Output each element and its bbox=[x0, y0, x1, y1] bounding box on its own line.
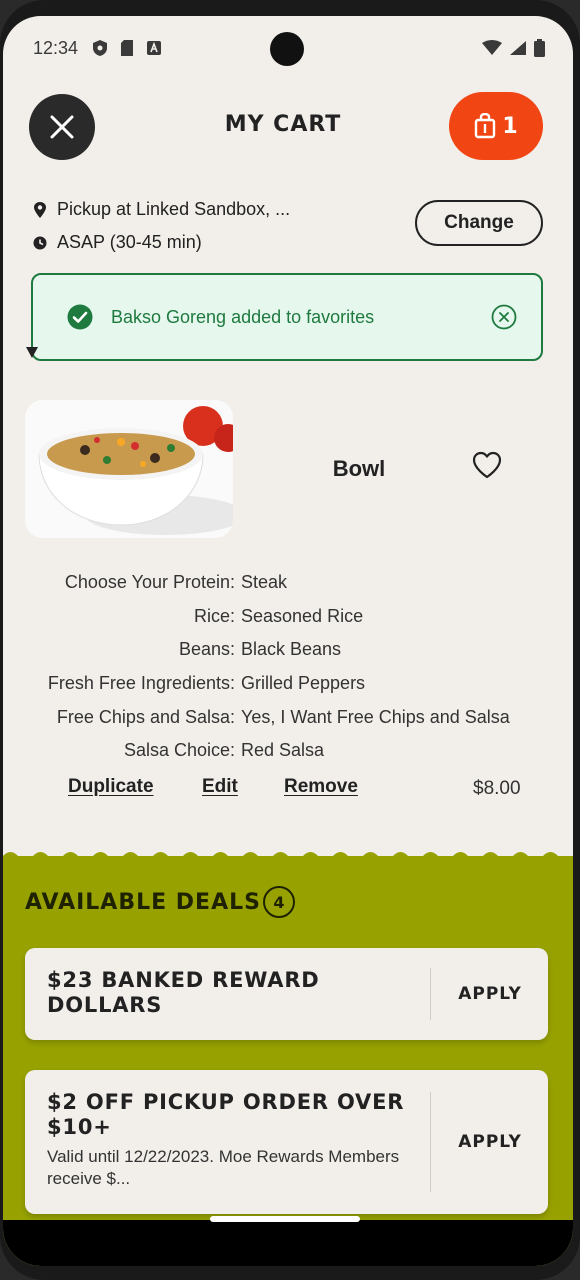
favorites-toast: Bakso Goreng added to favorites bbox=[31, 273, 543, 361]
chevron-down-icon bbox=[26, 347, 38, 358]
pickup-location: Pickup at Linked Sandbox, ... bbox=[57, 199, 291, 219]
page-title: MY CART bbox=[224, 112, 342, 137]
clock-icon bbox=[33, 236, 47, 249]
check-circle-icon bbox=[67, 304, 93, 330]
modifier-row: Free Chips and Salsa: Yes, I Want Free Ch… bbox=[56, 706, 510, 727]
battery-icon bbox=[534, 39, 545, 57]
cart-button[interactable]: 1 bbox=[449, 92, 543, 160]
close-button[interactable] bbox=[29, 94, 95, 160]
modifier-row: Rice: Seasoned Rice bbox=[193, 605, 364, 626]
modifier-row: Fresh Free Ingredients: Grilled Peppers bbox=[47, 673, 366, 694]
home-gesture-handle[interactable] bbox=[210, 1216, 360, 1222]
deals-title: AVAILABLE DEALS bbox=[25, 890, 261, 915]
signal-icon bbox=[510, 41, 526, 55]
pickup-time: ASAP (30-45 min) bbox=[57, 232, 202, 252]
deal-card[interactable]: $23 BANKED REWARD DOLLARS APPLY bbox=[25, 948, 548, 1040]
duplicate-button[interactable]: Duplicate bbox=[68, 776, 154, 798]
status-time: 12:34 bbox=[33, 37, 79, 58]
modifier-row: Salsa Choice: Red Salsa bbox=[123, 740, 325, 761]
edit-button[interactable]: Edit bbox=[202, 776, 238, 798]
bowl-illustration bbox=[25, 400, 233, 538]
change-pickup-button[interactable]: Change bbox=[415, 200, 543, 246]
wifi-icon bbox=[482, 40, 502, 55]
cart-count: 1 bbox=[502, 113, 518, 139]
front-camera bbox=[270, 32, 304, 66]
item-name: Bowl bbox=[332, 456, 386, 481]
pickup-location-row: Pickup at Linked Sandbox, ... bbox=[33, 199, 290, 220]
apply-deal-button[interactable]: APPLY bbox=[445, 1132, 535, 1152]
remove-button[interactable]: Remove bbox=[284, 776, 358, 798]
deal-description: Valid until 12/22/2023. Moe Rewards Memb… bbox=[47, 1147, 400, 1188]
shield-icon bbox=[93, 40, 108, 56]
modifier-row: Choose Your Protein: Steak bbox=[64, 572, 288, 593]
dismiss-toast-icon[interactable] bbox=[491, 304, 517, 330]
location-pin-icon bbox=[34, 201, 46, 218]
shopping-bag-icon bbox=[475, 113, 496, 139]
system-nav-bar bbox=[3, 1220, 573, 1266]
font-a-icon bbox=[147, 41, 162, 55]
apply-deal-button[interactable]: APPLY bbox=[445, 984, 535, 1004]
wave-divider bbox=[3, 852, 573, 864]
item-price: $8.00 bbox=[473, 778, 521, 799]
app-screen: 12:34 MY CART 1 Pickup at Linked Sandbox… bbox=[3, 16, 573, 1266]
pickup-time-row: ASAP (30-45 min) bbox=[33, 232, 202, 253]
deal-title: $2 OFF PICKUP ORDER OVER $10+ bbox=[47, 1090, 405, 1139]
heart-icon[interactable] bbox=[471, 450, 503, 480]
deal-title: $23 BANKED REWARD DOLLARS bbox=[47, 968, 320, 1017]
toast-message: Bakso Goreng added to favorites bbox=[111, 306, 375, 327]
deals-count-badge: 4 bbox=[263, 886, 295, 918]
sd-card-icon bbox=[121, 40, 134, 56]
deal-card[interactable]: $2 OFF PICKUP ORDER OVER $10+ Valid unti… bbox=[25, 1070, 548, 1214]
modifier-row: Beans: Black Beans bbox=[178, 639, 342, 660]
item-modifiers: Choose Your Protein: Steak Rice: Seasoned … bbox=[3, 566, 573, 768]
bowl-image bbox=[25, 400, 233, 538]
close-icon bbox=[50, 115, 74, 139]
